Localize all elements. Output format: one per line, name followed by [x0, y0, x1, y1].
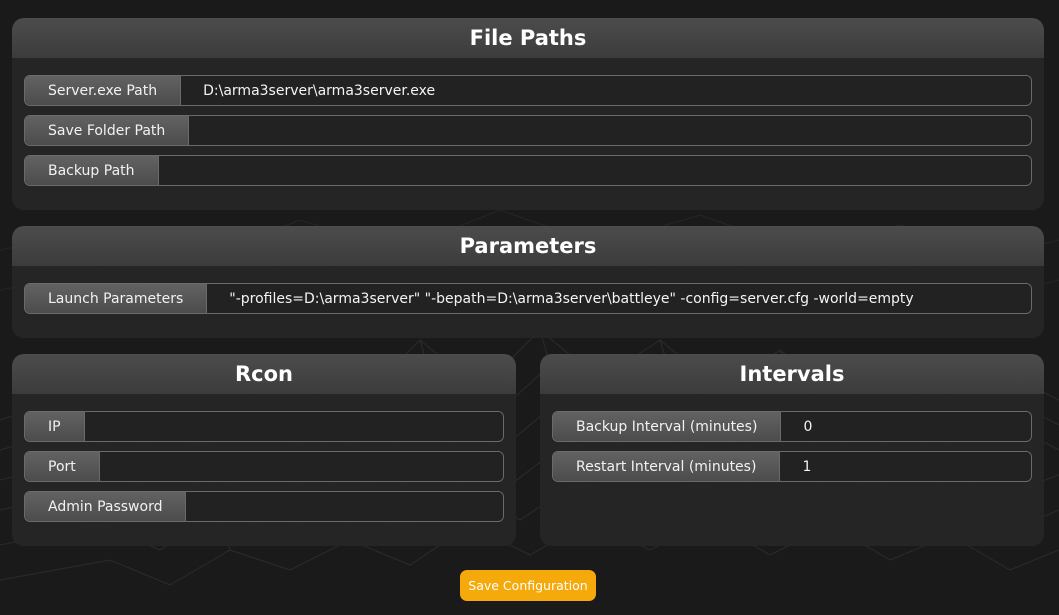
backup-interval-label: Backup Interval (minutes) — [553, 412, 782, 441]
rcon-admin-password-label: Admin Password — [25, 492, 187, 521]
launch-parameters-input[interactable] — [207, 284, 1031, 313]
launch-parameters-row: Launch Parameters — [24, 283, 1032, 314]
restart-interval-label: Restart Interval (minutes) — [553, 452, 781, 481]
restart-interval-row: Restart Interval (minutes) — [552, 451, 1032, 482]
intervals-panel: Intervals Backup Interval (minutes) Rest… — [540, 354, 1044, 546]
parameters-title: Parameters — [12, 226, 1044, 266]
save-folder-path-row: Save Folder Path — [24, 115, 1032, 146]
server-exe-path-row: Server.exe Path — [24, 75, 1032, 106]
rcon-title: Rcon — [12, 354, 516, 394]
save-configuration-button[interactable]: Save Configuration — [460, 570, 596, 601]
backup-interval-input[interactable] — [781, 412, 1031, 441]
rcon-ip-input[interactable] — [84, 412, 503, 441]
rcon-ip-label: IP — [25, 412, 85, 441]
file-paths-title: File Paths — [12, 18, 1044, 58]
rcon-admin-password-row: Admin Password — [24, 491, 504, 522]
rcon-port-input[interactable] — [99, 452, 503, 481]
rcon-port-label: Port — [25, 452, 100, 481]
server-exe-path-input[interactable] — [181, 76, 1031, 105]
launch-parameters-label: Launch Parameters — [25, 284, 208, 313]
rcon-ip-row: IP — [24, 411, 504, 442]
backup-path-row: Backup Path — [24, 155, 1032, 186]
file-paths-panel: File Paths Server.exe Path Save Folder P… — [12, 18, 1044, 210]
rcon-admin-password-input[interactable] — [186, 492, 503, 521]
parameters-panel: Parameters Launch Parameters — [12, 226, 1044, 338]
backup-interval-row: Backup Interval (minutes) — [552, 411, 1032, 442]
intervals-title: Intervals — [540, 354, 1044, 394]
server-exe-path-label: Server.exe Path — [25, 76, 182, 105]
restart-interval-input[interactable] — [780, 452, 1031, 481]
backup-path-input[interactable] — [158, 156, 1031, 185]
rcon-panel: Rcon IP Port Admin Password — [12, 354, 516, 546]
save-folder-path-label: Save Folder Path — [25, 116, 190, 145]
backup-path-label: Backup Path — [25, 156, 159, 185]
save-folder-path-input[interactable] — [189, 116, 1031, 145]
rcon-port-row: Port — [24, 451, 504, 482]
